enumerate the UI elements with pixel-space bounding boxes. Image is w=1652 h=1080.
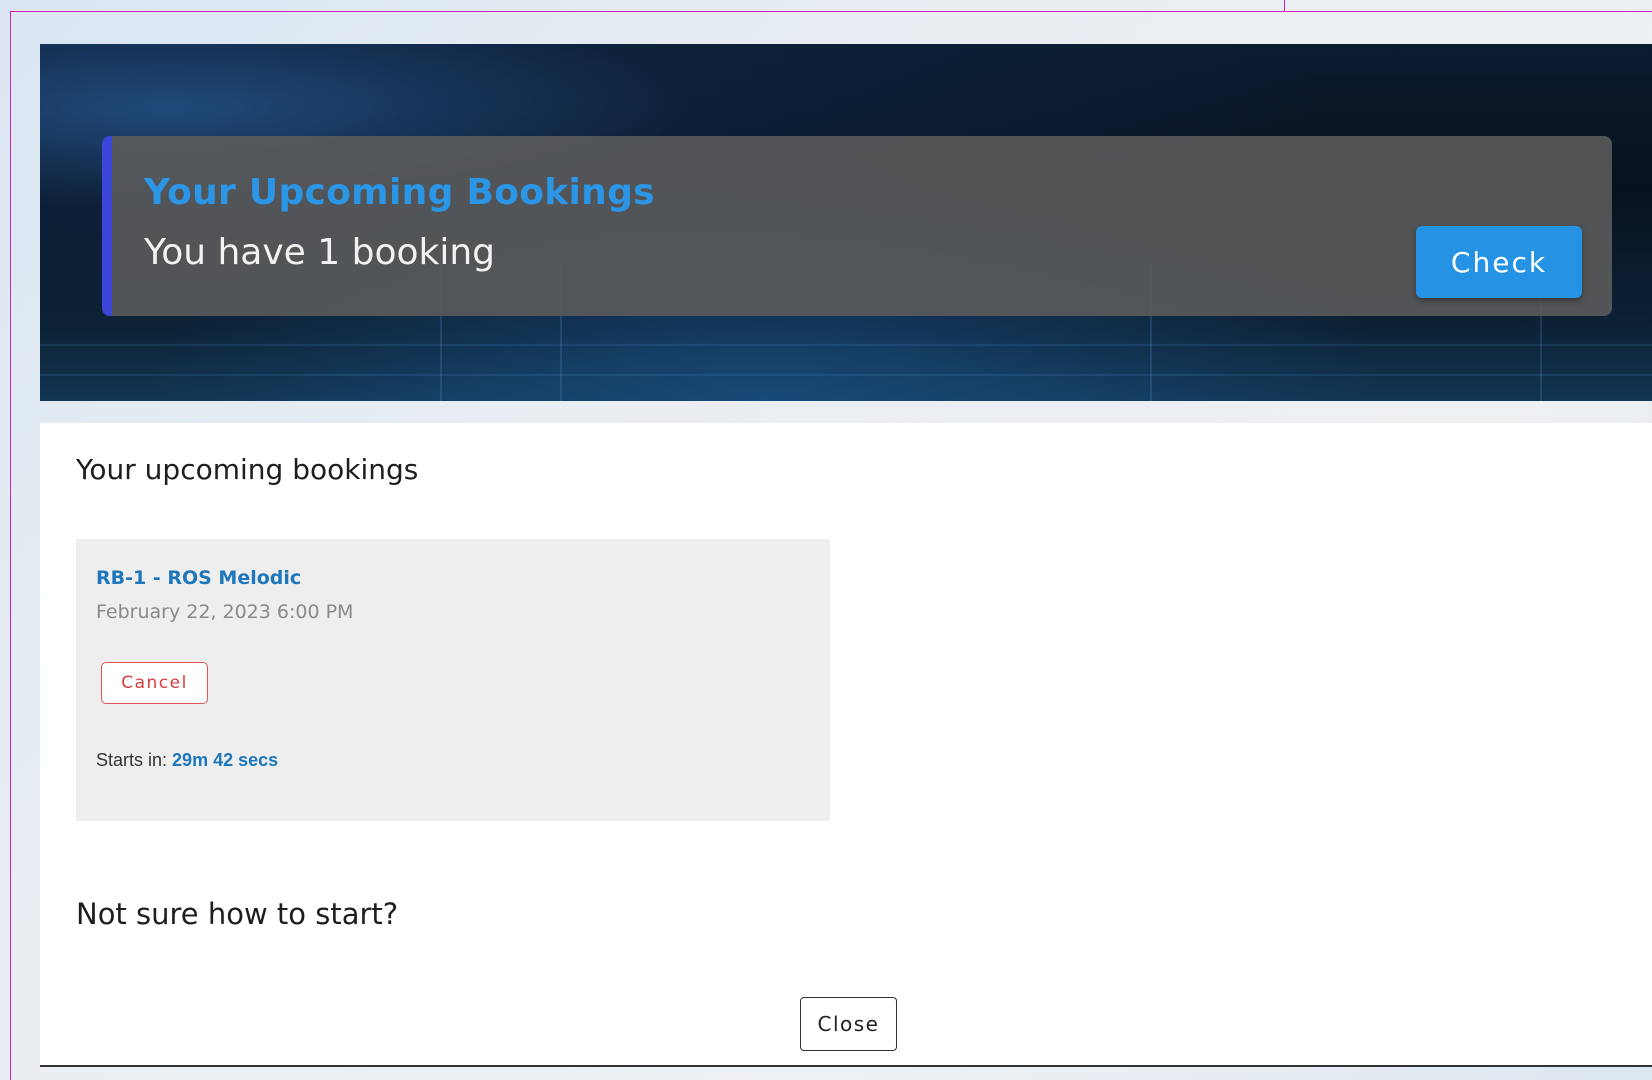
check-button[interactable]: Check: [1416, 226, 1582, 298]
banner-booking-count: You have 1 booking: [144, 232, 496, 273]
close-button[interactable]: Close: [800, 997, 897, 1051]
upcoming-bookings-banner: Your Upcoming Bookings You have 1 bookin…: [102, 136, 1612, 316]
banner-title: Your Upcoming Bookings: [144, 172, 655, 213]
help-heading: Not sure how to start?: [76, 897, 399, 931]
booking-card: RB-1 - ROS Melodic February 22, 2023 6:0…: [76, 539, 830, 821]
starts-in-countdown: 29m 42 secs: [172, 750, 279, 770]
cancel-booking-button[interactable]: Cancel: [101, 662, 208, 704]
booking-date: February 22, 2023 6:00 PM: [96, 601, 354, 623]
hero-grid-line: [40, 374, 1652, 376]
modal-heading: Your upcoming bookings: [76, 453, 419, 486]
starts-in-row: Starts in: 29m 42 secs: [96, 750, 278, 771]
starts-in-label: Starts in:: [96, 750, 168, 770]
hero-banner: Your Upcoming Bookings You have 1 bookin…: [40, 44, 1652, 401]
bookings-modal: Your upcoming bookings RB-1 - ROS Melodi…: [40, 423, 1652, 1067]
hero-grid-line: [40, 344, 1652, 346]
booking-name: RB-1 - ROS Melodic: [96, 567, 302, 589]
